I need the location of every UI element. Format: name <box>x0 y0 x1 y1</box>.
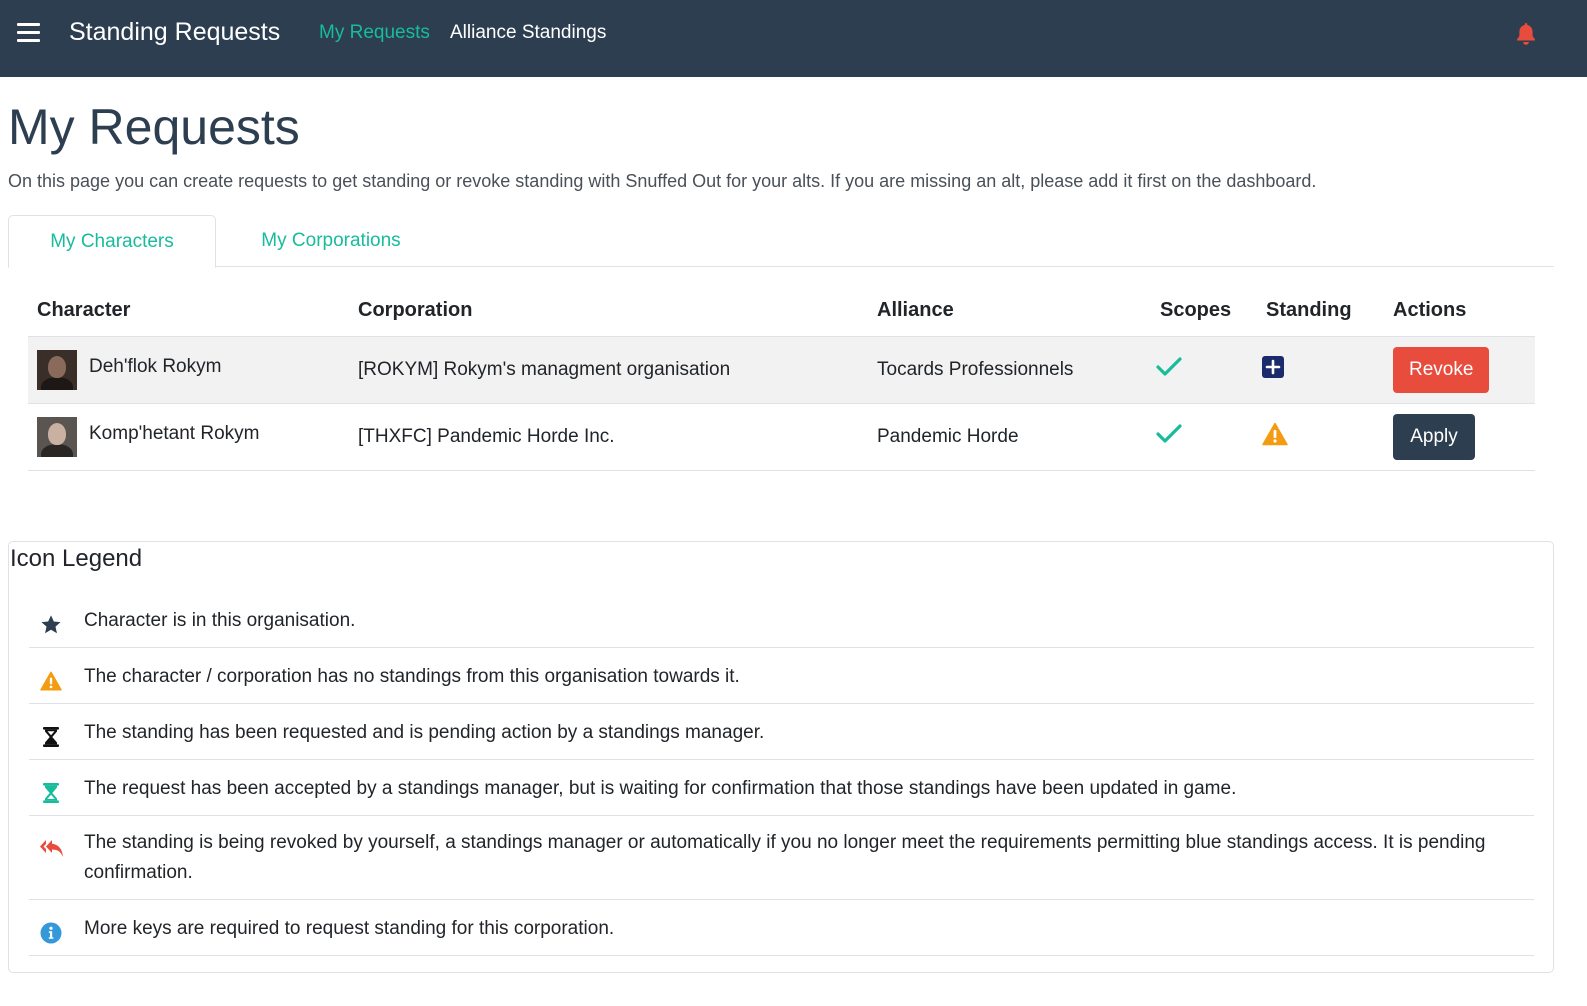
legend-text: The standing is being revoked by yoursel… <box>84 832 1486 883</box>
actions-cell: Apply <box>1384 403 1535 471</box>
tab-my-characters[interactable]: My Characters <box>8 215 216 268</box>
bell-icon[interactable] <box>1515 22 1537 46</box>
table-row: Komp'hetant Rokym [THXFC] Pandemic Horde… <box>28 403 1535 471</box>
hourglass-icon <box>43 727 59 747</box>
nav-link-alliance-standings[interactable]: Alliance Standings <box>450 22 606 44</box>
list-item: The request has been accepted by a stand… <box>29 760 1534 816</box>
check-icon <box>1156 423 1182 443</box>
column-header-character: Character <box>28 286 349 337</box>
reply-all-icon <box>40 840 63 857</box>
tab-my-corporations[interactable]: My Corporations <box>216 215 446 267</box>
info-icon <box>40 922 62 944</box>
legend-text: Character is in this organisation. <box>84 610 356 631</box>
corporation-cell: [THXFC] Pandemic Horde Inc. <box>349 403 868 471</box>
warning-icon <box>1262 422 1288 445</box>
alliance-cell: Pandemic Horde <box>868 403 1151 471</box>
character-cell: Komp'hetant Rokym <box>28 403 349 471</box>
legend-title: Icon Legend <box>10 545 143 572</box>
standing-cell <box>1257 403 1384 471</box>
character-cell: Deh'flok Rokym <box>28 336 349 404</box>
icon-legend-panel: Icon Legend Character is in this organis… <box>8 541 1554 973</box>
column-header-scopes: Scopes <box>1151 286 1257 337</box>
list-item: The character / corporation has no stand… <box>29 648 1534 704</box>
scopes-cell <box>1151 403 1257 471</box>
plus-square-icon <box>1262 355 1284 378</box>
column-header-standing: Standing <box>1257 286 1384 337</box>
legend-text: More keys are required to request standi… <box>84 918 615 939</box>
list-item: The standing has been requested and is p… <box>29 704 1534 760</box>
character-portrait <box>37 416 77 457</box>
legend-list: Character is in this organisation. The c… <box>29 592 1534 956</box>
tab-bar: My Characters My Corporations <box>8 215 1554 268</box>
table-row: Deh'flok Rokym [ROKYM] Rokym's managment… <box>28 336 1535 404</box>
apply-button[interactable]: Apply <box>1393 413 1475 460</box>
page-intro: On this page you can create requests to … <box>8 171 1317 191</box>
check-icon <box>1156 356 1182 376</box>
list-item: Character is in this organisation. <box>29 592 1534 648</box>
legend-text: The request has been accepted by a stand… <box>84 778 1237 799</box>
requests-table: Character Corporation Alliance Scopes St… <box>28 286 1535 471</box>
hamburger-icon[interactable] <box>17 22 41 44</box>
standing-cell <box>1257 336 1384 404</box>
corporation-cell: [ROKYM] Rokym's managment organisation <box>349 336 868 404</box>
legend-text: The standing has been requested and is p… <box>84 722 765 743</box>
hourglass-teal-icon <box>43 783 59 803</box>
character-name: Deh'flok Rokym <box>89 355 222 377</box>
top-navbar: Standing Requests My Requests Alliance S… <box>0 0 1587 77</box>
legend-text: The character / corporation has no stand… <box>84 666 740 687</box>
star-icon <box>41 615 61 634</box>
alliance-cell: Tocards Professionnels <box>868 336 1151 404</box>
list-item: The standing is being revoked by yoursel… <box>29 816 1534 900</box>
character-portrait <box>37 349 77 390</box>
warning-icon <box>40 671 62 691</box>
column-header-alliance: Alliance <box>868 286 1151 337</box>
page-title: My Requests <box>8 99 300 155</box>
scopes-cell <box>1151 336 1257 404</box>
nav-link-my-requests[interactable]: My Requests <box>319 22 430 44</box>
character-name: Komp'hetant Rokym <box>89 422 260 444</box>
column-header-actions: Actions <box>1384 286 1535 337</box>
brand-title[interactable]: Standing Requests <box>69 18 280 47</box>
revoke-button[interactable]: Revoke <box>1393 346 1489 393</box>
actions-cell: Revoke <box>1384 336 1535 404</box>
column-header-corporation: Corporation <box>349 286 868 337</box>
list-item: More keys are required to request standi… <box>29 900 1534 956</box>
